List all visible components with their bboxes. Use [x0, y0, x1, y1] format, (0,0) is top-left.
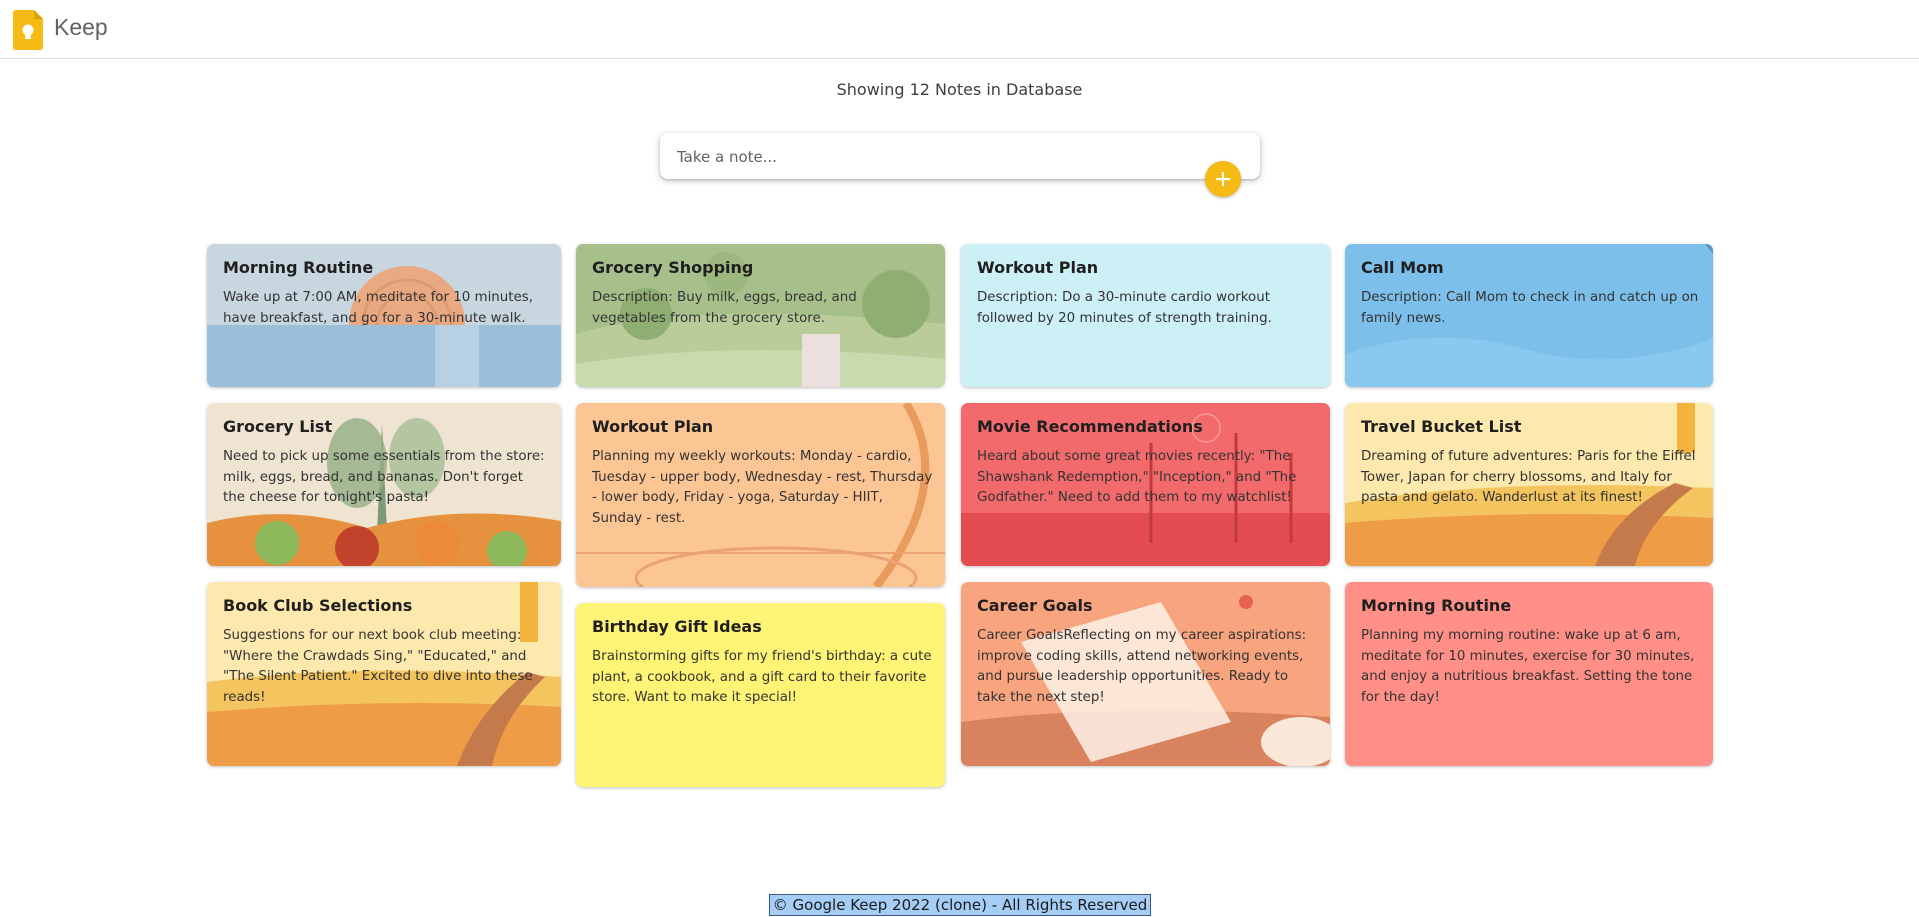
note-title: Call Mom — [1361, 258, 1444, 277]
app-title: Keep — [54, 14, 108, 40]
note-card[interactable]: Morning Routine Planning my morning rout… — [1345, 582, 1713, 766]
note-title: Book Club Selections — [223, 596, 413, 615]
note-body: Description: Buy milk, eggs, bread, and … — [592, 290, 857, 326]
note-title: Birthday Gift Ideas — [592, 617, 762, 636]
note-card[interactable]: Movie Recommendations Heard about some g… — [961, 403, 1330, 566]
app-header: Keep — [0, 0, 1919, 59]
note-body: Description: Do a 30-minute cardio worko… — [977, 290, 1272, 326]
note-body: Brainstorming gifts for my friend's birt… — [592, 649, 932, 705]
note-title: Movie Recommendations — [977, 417, 1203, 436]
note-title: Morning Routine — [223, 258, 374, 277]
note-title: Morning Routine — [1361, 596, 1512, 615]
note-title: Grocery Shopping — [592, 258, 754, 277]
note-card[interactable]: Morning Routine Wake up at 7:00 AM, medi… — [207, 244, 561, 387]
note-title: Workout Plan — [592, 417, 714, 436]
note-body: Need to pick up some essentials from the… — [223, 449, 545, 505]
note-card[interactable]: Workout Plan Description: Do a 30-minute… — [961, 244, 1330, 387]
note-card[interactable]: Call Mom Description: Call Mom to check … — [1345, 244, 1713, 387]
note-body: Suggestions for our next book club meeti… — [223, 628, 533, 705]
take-note-input[interactable] — [675, 141, 1219, 173]
note-body: Heard about some great movies recently: … — [977, 449, 1297, 505]
note-body: Dreaming of future adventures: Paris for… — [1361, 449, 1696, 505]
note-card[interactable]: Travel Bucket List Dreaming of future ad… — [1345, 403, 1713, 566]
note-title: Workout Plan — [977, 258, 1099, 277]
note-title: Career Goals — [977, 596, 1093, 615]
plus-icon — [1216, 172, 1230, 186]
note-body: Planning my morning routine: wake up at … — [1361, 628, 1695, 705]
note-card[interactable]: Book Club Selections Suggestions for our… — [207, 582, 561, 766]
note-card[interactable]: Grocery Shopping Description: Buy milk, … — [576, 244, 945, 387]
note-card[interactable]: Birthday Gift Ideas Brainstorming gifts … — [576, 603, 945, 787]
note-body: Wake up at 7:00 AM, meditate for 10 minu… — [223, 290, 533, 326]
note-body: Career GoalsReflecting on my career aspi… — [977, 628, 1307, 705]
note-card[interactable]: Grocery List Need to pick up some essent… — [207, 403, 561, 566]
notes-count-text: Showing 12 Notes in Database — [836, 80, 1083, 99]
add-note-button[interactable] — [1205, 161, 1241, 197]
note-title: Grocery List — [223, 417, 333, 436]
note-body: Description: Call Mom to check in and ca… — [1361, 290, 1699, 326]
note-card[interactable]: Career Goals Career GoalsReflecting on m… — [961, 582, 1330, 766]
note-title: Travel Bucket List — [1361, 417, 1522, 436]
note-card[interactable]: Workout Plan Planning my weekly workouts… — [576, 403, 945, 587]
note-body: Planning my weekly workouts: Monday - ca… — [592, 449, 933, 526]
note-composer — [660, 133, 1260, 179]
lightbulb-icon[interactable] — [13, 10, 43, 50]
footer-copyright: © Google Keep 2022 (clone) - All Rights … — [769, 894, 1151, 916]
